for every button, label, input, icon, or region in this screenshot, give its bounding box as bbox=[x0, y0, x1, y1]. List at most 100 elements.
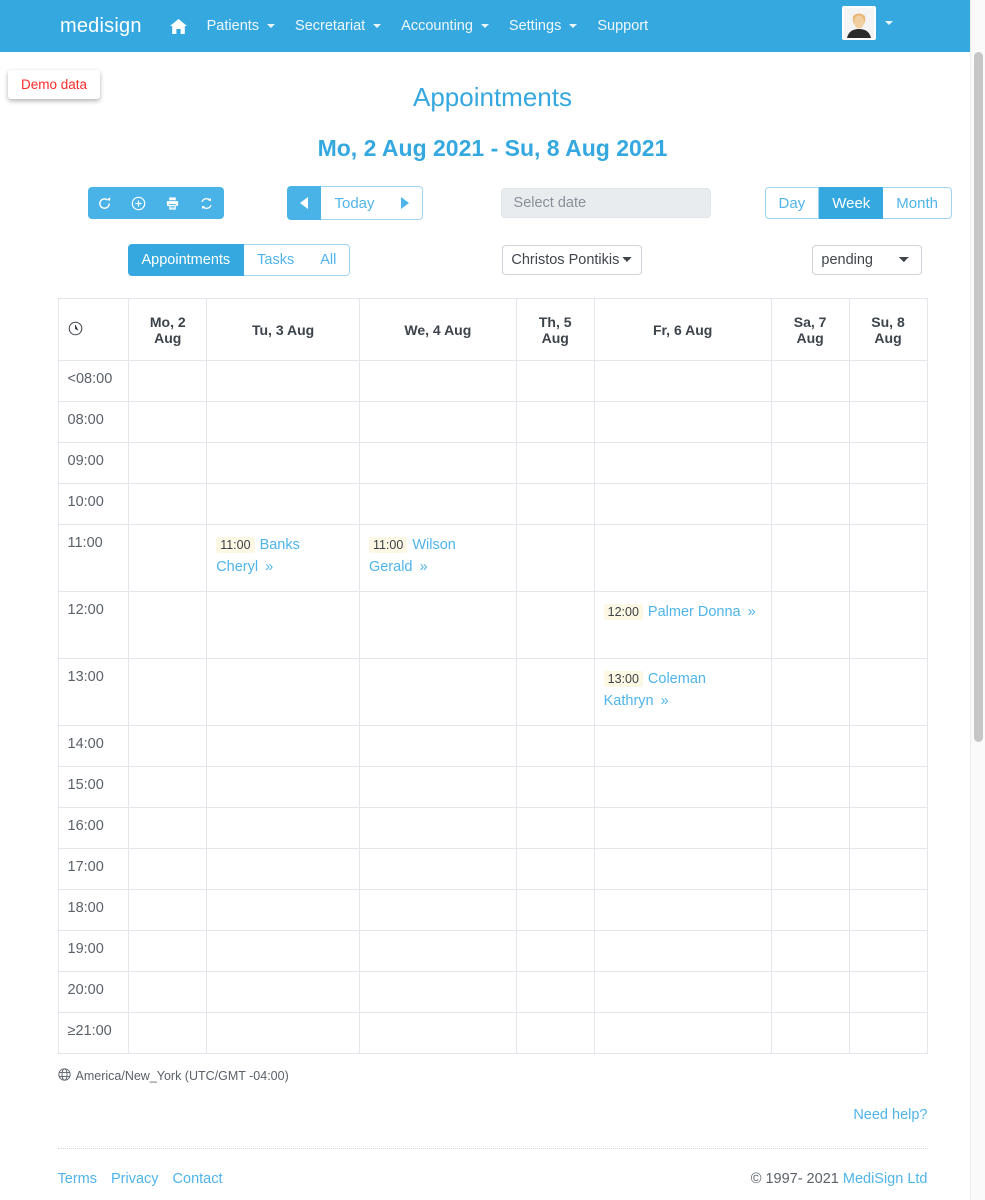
print-button[interactable] bbox=[155, 187, 190, 219]
company-link[interactable]: MediSign Ltd bbox=[843, 1171, 928, 1187]
calendar-cell-fr-12[interactable] bbox=[593, 930, 772, 972]
calendar-cell-mo-6[interactable] bbox=[128, 658, 208, 726]
calendar-cell-mo-10[interactable] bbox=[128, 848, 208, 890]
calendar-cell-su-9[interactable] bbox=[848, 807, 928, 849]
calendar-cell-th-8[interactable] bbox=[515, 766, 595, 808]
calendar-cell-su-14[interactable] bbox=[848, 1012, 928, 1054]
calendar-cell-we-5[interactable] bbox=[358, 591, 517, 659]
calendar-cell-we-3[interactable] bbox=[358, 483, 517, 525]
calendar-cell-sa-5[interactable] bbox=[770, 591, 850, 659]
appointment-details-arrow[interactable]: » bbox=[265, 559, 273, 575]
calendar-cell-sa-9[interactable] bbox=[770, 807, 850, 849]
calendar-cell-tu-1[interactable] bbox=[206, 401, 360, 443]
calendar-cell-su-5[interactable] bbox=[848, 591, 928, 659]
calendar-cell-we-6[interactable] bbox=[358, 658, 517, 726]
calendar-cell-we-13[interactable] bbox=[358, 971, 517, 1013]
calendar-cell-su-2[interactable] bbox=[848, 442, 928, 484]
calendar-cell-sa-0[interactable] bbox=[770, 360, 850, 402]
calendar-cell-mo-9[interactable] bbox=[128, 807, 208, 849]
calendar-cell-fr-8[interactable] bbox=[593, 766, 772, 808]
calendar-cell-tu-3[interactable] bbox=[206, 483, 360, 525]
calendar-cell-sa-7[interactable] bbox=[770, 725, 850, 767]
calendar-cell-th-5[interactable] bbox=[515, 591, 595, 659]
tab-all[interactable]: All bbox=[307, 244, 351, 276]
calendar-cell-mo-7[interactable] bbox=[128, 725, 208, 767]
calendar-cell-mo-0[interactable] bbox=[128, 360, 208, 402]
appointment-details-arrow[interactable]: » bbox=[748, 604, 756, 620]
brand-logo[interactable]: medisign bbox=[60, 15, 142, 38]
user-menu[interactable] bbox=[842, 6, 893, 40]
nav-item-accounting[interactable]: Accounting bbox=[391, 12, 499, 40]
calendar-cell-sa-14[interactable] bbox=[770, 1012, 850, 1054]
calendar-cell-th-7[interactable] bbox=[515, 725, 595, 767]
calendar-cell-th-4[interactable] bbox=[515, 524, 595, 592]
appointment-details-arrow[interactable]: » bbox=[419, 559, 427, 575]
calendar-cell-we-10[interactable] bbox=[358, 848, 517, 890]
calendar-cell-th-0[interactable] bbox=[515, 360, 595, 402]
calendar-cell-mo-11[interactable] bbox=[128, 889, 208, 931]
calendar-cell-th-13[interactable] bbox=[515, 971, 595, 1013]
calendar-cell-sa-4[interactable] bbox=[770, 524, 850, 592]
calendar-cell-sa-13[interactable] bbox=[770, 971, 850, 1013]
sync-button[interactable] bbox=[189, 187, 224, 219]
calendar-cell-mo-12[interactable] bbox=[128, 930, 208, 972]
calendar-cell-tu-9[interactable] bbox=[206, 807, 360, 849]
calendar-cell-fr-7[interactable] bbox=[593, 725, 772, 767]
appointment-entry[interactable]: 12:00 Palmer Donna » bbox=[603, 602, 762, 624]
view-day-button[interactable]: Day bbox=[764, 187, 820, 219]
calendar-cell-th-3[interactable] bbox=[515, 483, 595, 525]
calendar-cell-tu-13[interactable] bbox=[206, 971, 360, 1013]
page-scrollbar-track[interactable] bbox=[970, 0, 985, 1200]
calendar-cell-su-11[interactable] bbox=[848, 889, 928, 931]
nav-item-patients[interactable]: Patients bbox=[197, 12, 285, 40]
calendar-cell-su-0[interactable] bbox=[848, 360, 928, 402]
calendar-cell-tu-7[interactable] bbox=[206, 725, 360, 767]
calendar-cell-th-11[interactable] bbox=[515, 889, 595, 931]
status-select[interactable]: pending bbox=[812, 245, 923, 275]
page-scrollbar-thumb[interactable] bbox=[974, 52, 983, 742]
calendar-cell-fr-4[interactable] bbox=[593, 524, 772, 592]
calendar-cell-su-13[interactable] bbox=[848, 971, 928, 1013]
appointment-entry[interactable]: 13:00 Coleman Kathryn» bbox=[603, 669, 762, 713]
calendar-cell-su-8[interactable] bbox=[848, 766, 928, 808]
calendar-cell-tu-11[interactable] bbox=[206, 889, 360, 931]
calendar-cell-mo-14[interactable] bbox=[128, 1012, 208, 1054]
calendar-cell-sa-8[interactable] bbox=[770, 766, 850, 808]
calendar-cell-we-12[interactable] bbox=[358, 930, 517, 972]
calendar-cell-tu-12[interactable] bbox=[206, 930, 360, 972]
add-appointment-button[interactable] bbox=[121, 187, 156, 219]
calendar-cell-fr-6[interactable]: 13:00 Coleman Kathryn» bbox=[593, 658, 772, 726]
today-button[interactable]: Today bbox=[320, 186, 389, 220]
calendar-cell-th-2[interactable] bbox=[515, 442, 595, 484]
nav-item-support[interactable]: Support bbox=[587, 12, 658, 40]
calendar-cell-su-10[interactable] bbox=[848, 848, 928, 890]
calendar-cell-tu-14[interactable] bbox=[206, 1012, 360, 1054]
calendar-cell-sa-6[interactable] bbox=[770, 658, 850, 726]
tab-tasks[interactable]: Tasks bbox=[244, 244, 308, 276]
appointment-details-arrow[interactable]: » bbox=[661, 693, 669, 709]
calendar-cell-we-9[interactable] bbox=[358, 807, 517, 849]
calendar-cell-tu-0[interactable] bbox=[206, 360, 360, 402]
calendar-cell-fr-0[interactable] bbox=[593, 360, 772, 402]
calendar-cell-th-14[interactable] bbox=[515, 1012, 595, 1054]
footer-link-terms[interactable]: Terms bbox=[58, 1171, 97, 1187]
calendar-cell-sa-1[interactable] bbox=[770, 401, 850, 443]
footer-link-privacy[interactable]: Privacy bbox=[111, 1171, 159, 1187]
calendar-cell-mo-1[interactable] bbox=[128, 401, 208, 443]
calendar-cell-tu-8[interactable] bbox=[206, 766, 360, 808]
calendar-cell-su-12[interactable] bbox=[848, 930, 928, 972]
calendar-cell-mo-4[interactable] bbox=[128, 524, 208, 592]
calendar-cell-fr-11[interactable] bbox=[593, 889, 772, 931]
calendar-cell-su-4[interactable] bbox=[848, 524, 928, 592]
calendar-cell-th-12[interactable] bbox=[515, 930, 595, 972]
calendar-cell-su-1[interactable] bbox=[848, 401, 928, 443]
calendar-cell-su-6[interactable] bbox=[848, 658, 928, 726]
calendar-cell-fr-14[interactable] bbox=[593, 1012, 772, 1054]
appointment-entry[interactable]: 11:00 Banks Cheryl» bbox=[216, 535, 350, 579]
calendar-cell-tu-2[interactable] bbox=[206, 442, 360, 484]
calendar-cell-tu-10[interactable] bbox=[206, 848, 360, 890]
calendar-cell-we-14[interactable] bbox=[358, 1012, 517, 1054]
calendar-cell-th-9[interactable] bbox=[515, 807, 595, 849]
footer-link-contact[interactable]: Contact bbox=[173, 1171, 223, 1187]
calendar-cell-su-3[interactable] bbox=[848, 483, 928, 525]
